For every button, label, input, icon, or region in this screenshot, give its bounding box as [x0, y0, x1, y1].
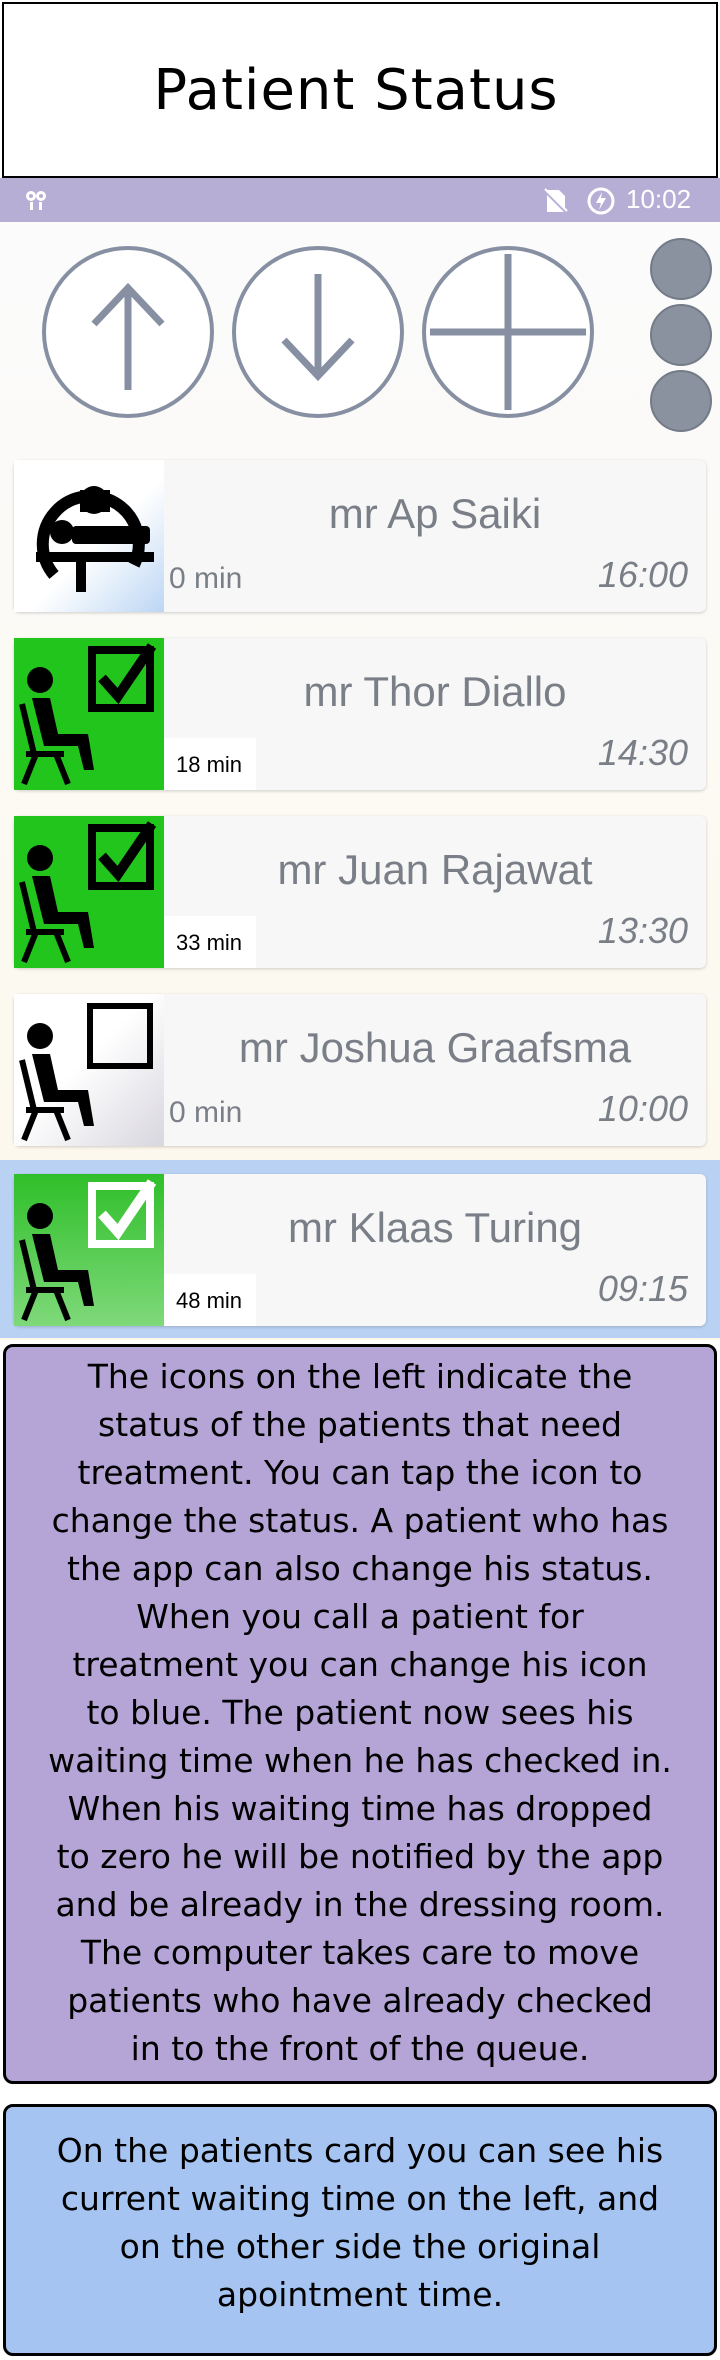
note-line: status of the patients that need	[98, 1405, 622, 1444]
appointment-time: 14:30	[597, 732, 688, 773]
waiting-time: 0 min	[169, 562, 243, 595]
move-up-button[interactable]	[42, 246, 214, 418]
patient-card[interactable]: mr Ap Saiki 0 min 16:00	[14, 460, 706, 612]
note-line: apointment time.	[216, 2275, 504, 2314]
note-line: When you call a patient for	[136, 1597, 584, 1636]
appointment-time: 16:00	[597, 554, 688, 595]
status-icon-button[interactable]	[14, 816, 164, 968]
note-line: The icons on the left indicate the	[87, 1357, 633, 1396]
waiting-icon	[19, 1003, 153, 1142]
patient-card[interactable]: mr Klaas Turing 48 min 09:15	[14, 1174, 706, 1326]
arrow-up-icon	[91, 282, 165, 390]
status-icon-button[interactable]	[14, 638, 164, 790]
note-line: waiting time when he has checked in.	[48, 1741, 672, 1780]
arrow-down-icon	[281, 274, 355, 382]
patient-card[interactable]: mr Joshua Graafsma 0 min 10:00	[14, 994, 706, 1146]
title-box: Patient Status	[2, 2, 718, 178]
appointment-time: 13:30	[597, 910, 688, 951]
checked-in-icon	[19, 643, 157, 786]
move-down-button[interactable]	[232, 246, 404, 418]
add-patient-button[interactable]	[422, 246, 594, 418]
explanation-note-card: On the patients card you can see his cur…	[3, 2104, 717, 2356]
app-content: mr Ap Saiki 0 min 16:00 mr Thor Diallo 1…	[0, 222, 720, 1340]
note-line: and be already in the dressing room.	[55, 1885, 665, 1924]
status-bar: 10:02	[0, 178, 720, 222]
note-line: treatment. You can tap the icon to	[77, 1453, 643, 1492]
note-line: to zero he will be notified by the app	[56, 1837, 664, 1876]
note-line: to blue. The patient now sees his	[86, 1693, 634, 1732]
checked-in-icon	[19, 821, 157, 964]
appointment-time: 10:00	[597, 1088, 688, 1129]
status-icon-button[interactable]	[14, 1174, 164, 1326]
note-line: the app can also change his status.	[67, 1549, 653, 1588]
patient-card[interactable]: mr Thor Diallo 18 min 14:30	[14, 638, 706, 790]
patient-name: mr Joshua Graafsma	[238, 1024, 632, 1071]
menu-dot-3[interactable]	[650, 370, 712, 432]
menu-dot-1[interactable]	[650, 238, 712, 300]
note-line: change the status. A patient who has	[51, 1501, 669, 1540]
waiting-time: 48 min	[164, 1274, 257, 1326]
patient-name: mr Thor Diallo	[303, 668, 567, 715]
scanner-icon	[36, 486, 154, 592]
patient-name: mr Ap Saiki	[328, 490, 542, 537]
waiting-time: 0 min	[169, 1096, 243, 1129]
checked-in-icon	[19, 1179, 157, 1322]
toolbar	[0, 222, 720, 454]
status-icon-button[interactable]	[14, 994, 164, 1146]
note-line: patients who have already checked	[67, 1981, 653, 2020]
clock-time: 10:02	[626, 184, 692, 214]
patient-name: mr Klaas Turing	[287, 1204, 583, 1251]
patient-name: mr Juan Rajawat	[277, 846, 593, 893]
note-line: in to the front of the queue.	[130, 2029, 590, 2068]
status-icon-button[interactable]	[14, 460, 164, 612]
android-debug-icon	[26, 191, 46, 210]
waiting-time: 33 min	[164, 916, 257, 968]
plus-icon	[430, 254, 586, 410]
patient-card[interactable]: mr Juan Rajawat 33 min 13:30	[14, 816, 706, 968]
no-sim-icon	[542, 188, 568, 214]
note-line: On the patients card you can see his	[56, 2131, 664, 2170]
note-line: When his waiting time has dropped	[67, 1789, 653, 1828]
waiting-time: 18 min	[164, 738, 257, 790]
explanation-note-status-icons: The icons on the left indicate the statu…	[3, 1344, 717, 2084]
note-line: The computer takes care to move	[80, 1933, 640, 1972]
note-line: on the other side the original	[119, 2227, 601, 2266]
menu-dot-2[interactable]	[650, 304, 712, 366]
appointment-time: 09:15	[597, 1268, 688, 1309]
note-line: current waiting time on the left, and	[60, 2179, 660, 2218]
battery-charging-icon	[587, 187, 615, 215]
page-title: Patient Status	[153, 57, 559, 123]
note-line: treatment you can change his icon	[72, 1645, 648, 1684]
